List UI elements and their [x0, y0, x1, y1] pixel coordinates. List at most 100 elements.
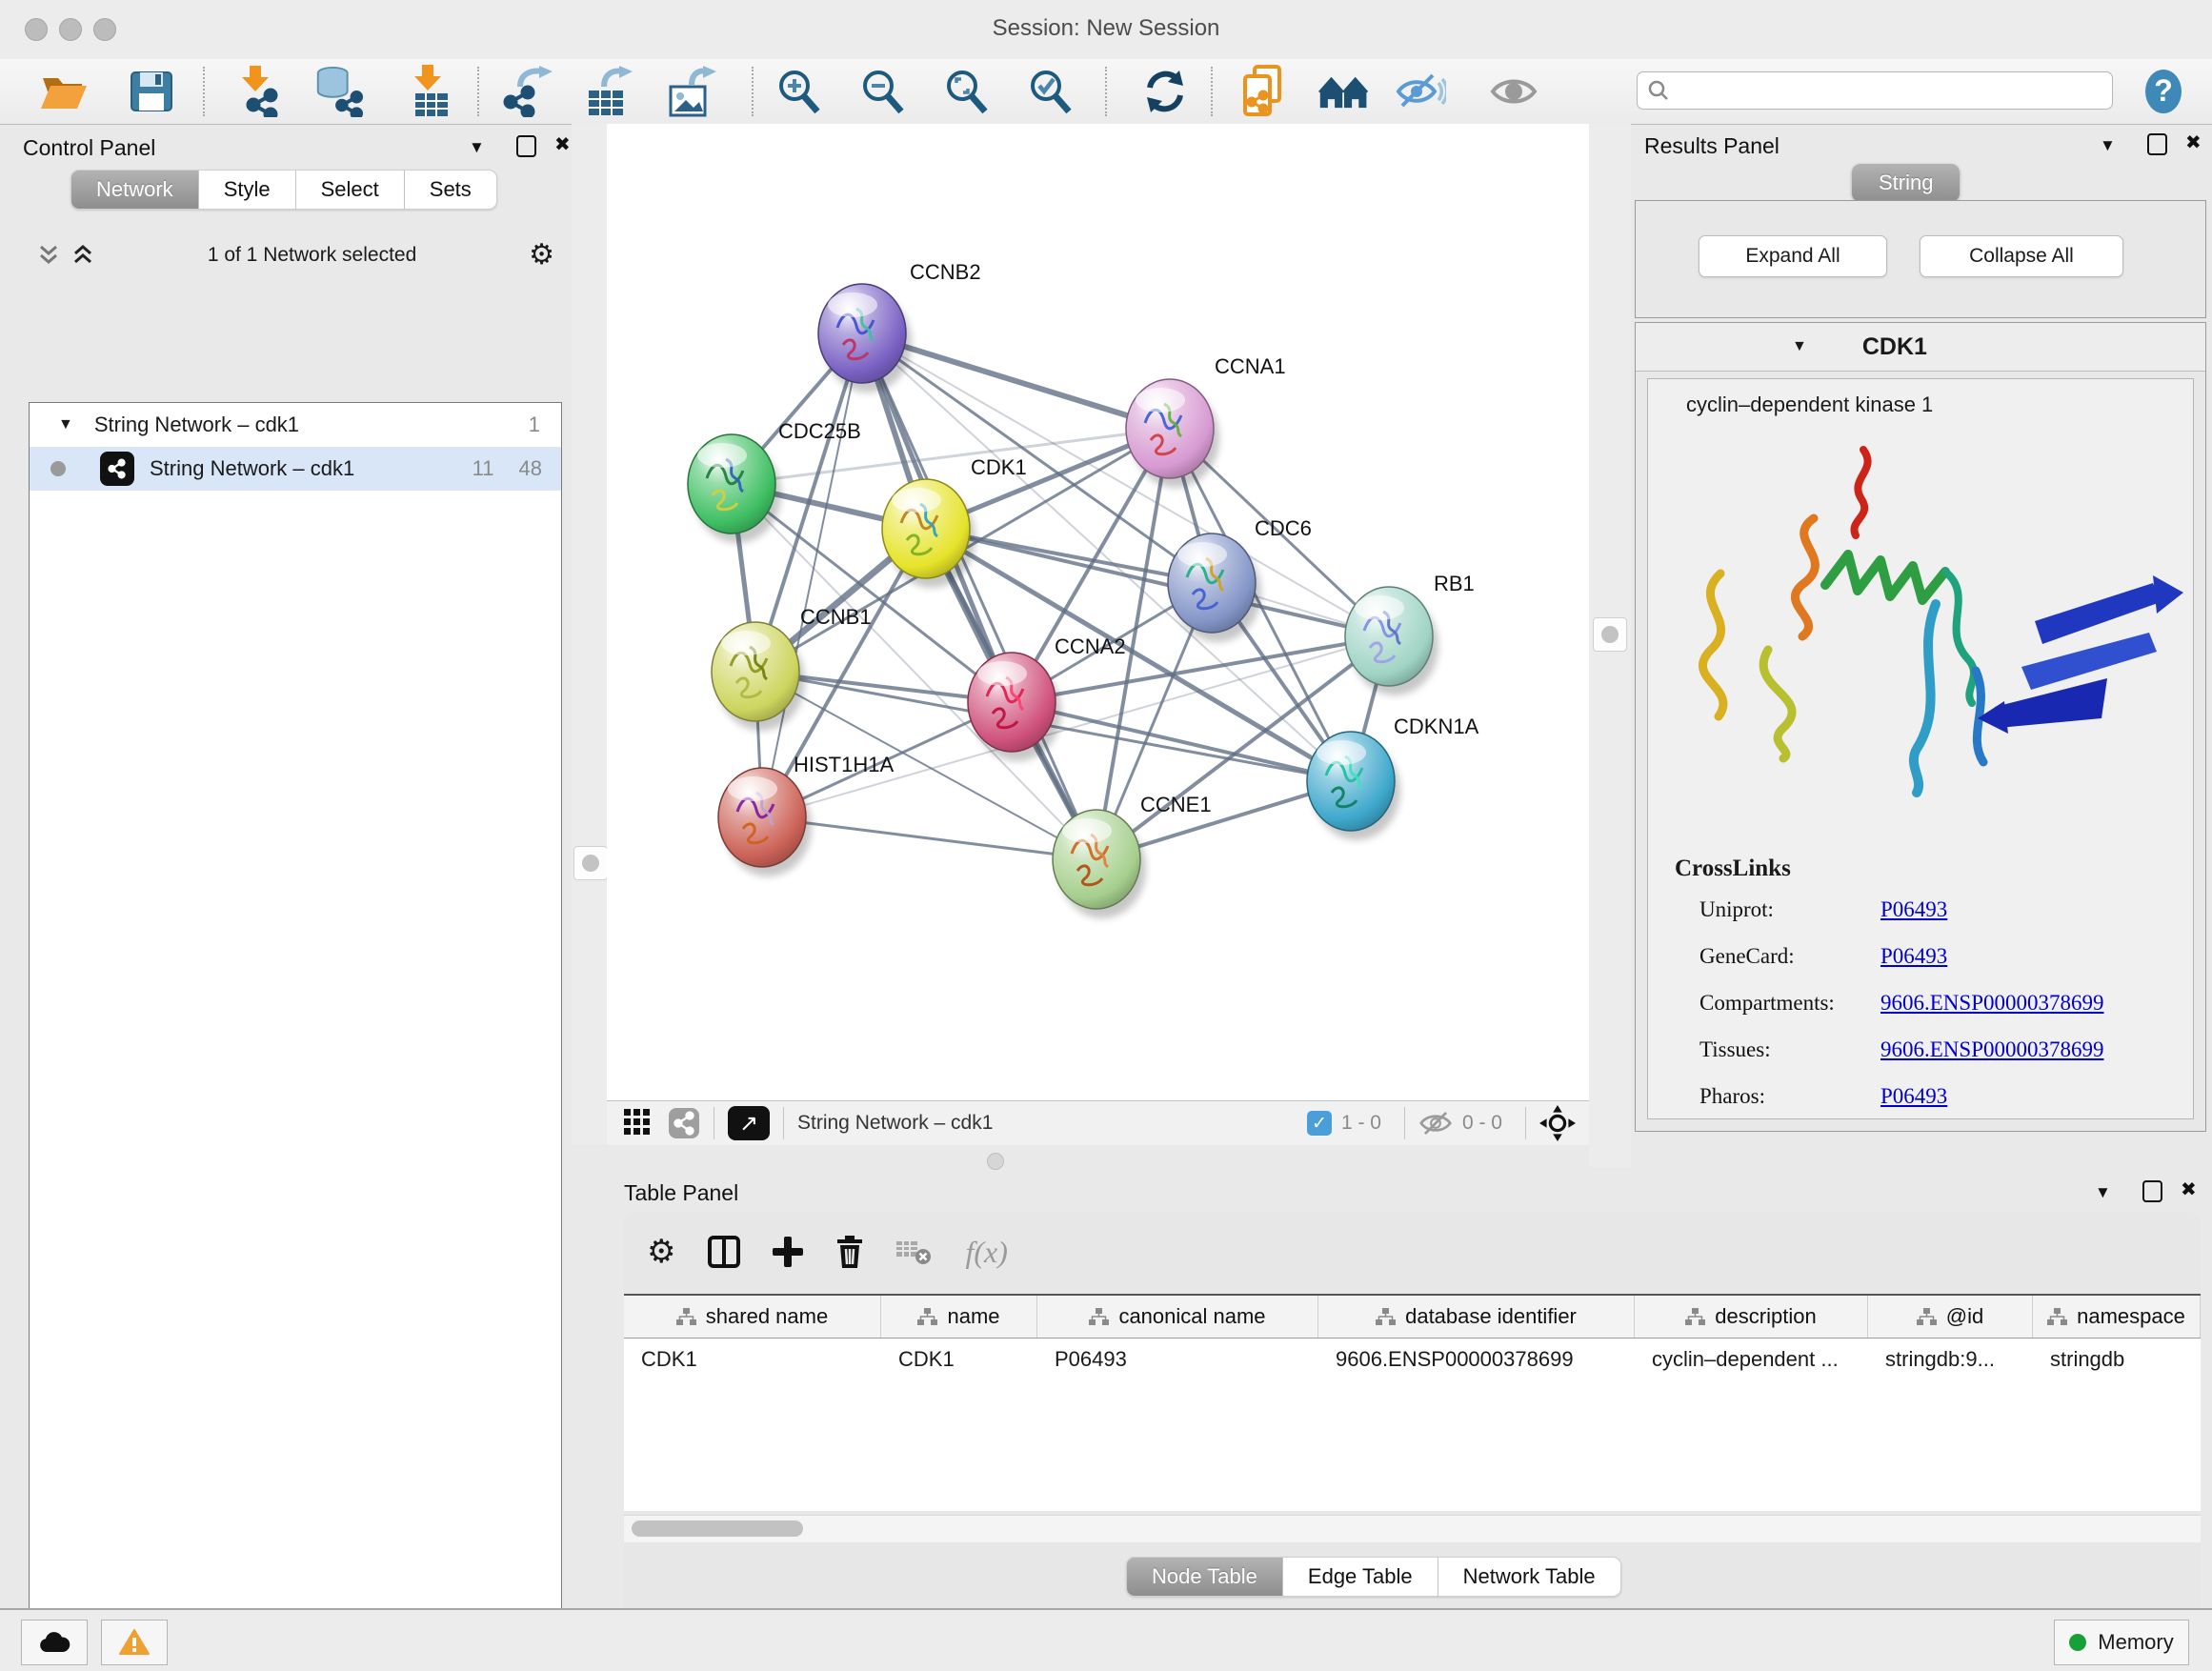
float-panel-icon[interactable]: [2147, 133, 2167, 155]
network-node-CCNB2[interactable]: CCNB2: [818, 260, 981, 393]
save-session-icon[interactable]: [126, 67, 177, 116]
create-column-icon[interactable]: [773, 1237, 803, 1267]
table-options-gear-icon[interactable]: ⚙: [647, 1236, 675, 1268]
collapse-all-button[interactable]: Collapse All: [1920, 235, 2123, 277]
column-header-namespace[interactable]: namespace: [2033, 1296, 2201, 1338]
main-toolbar: ?: [0, 59, 2212, 125]
network-row[interactable]: String Network – cdk1 11 48: [30, 447, 561, 491]
table-cell[interactable]: CDK1: [881, 1339, 1037, 1380]
warning-icon: [119, 1629, 150, 1656]
export-network-icon[interactable]: [503, 67, 554, 116]
network-node-HIST1H1A[interactable]: HIST1H1A: [718, 753, 894, 876]
tab-network-table[interactable]: Network Table: [1438, 1557, 1621, 1597]
close-panel-icon[interactable]: ✖: [554, 135, 571, 154]
close-panel-icon[interactable]: ✖: [2185, 133, 2202, 152]
protein-description: cyclin–dependent kinase 1: [1686, 393, 1933, 417]
table-cell[interactable]: 9606.ENSP00000378699: [1318, 1339, 1635, 1380]
network-graph[interactable]: CCNB2CCNA1CDC25BCDK1CDC6RB1CCNB1CCNA2CDK…: [607, 124, 1589, 1100]
tab-node-table[interactable]: Node Table: [1126, 1557, 1283, 1597]
tab-style[interactable]: Style: [199, 170, 296, 210]
hidden-eye-icon[interactable]: [1418, 1110, 1453, 1137]
float-panel-icon[interactable]: [516, 135, 536, 157]
grid-view-icon[interactable]: [624, 1109, 653, 1137]
column-header-canonical-name[interactable]: canonical name: [1037, 1296, 1318, 1338]
string-home-icon[interactable]: [1318, 67, 1370, 116]
zoom-in-icon[interactable]: [774, 67, 825, 116]
table-cell[interactable]: cyclin–dependent ...: [1635, 1339, 1868, 1380]
cloud-status-button[interactable]: [21, 1620, 88, 1665]
clone-network-icon[interactable]: [1238, 67, 1290, 116]
float-panel-icon[interactable]: [2142, 1180, 2162, 1202]
show-all-icon[interactable]: [1488, 67, 1539, 116]
network-canvas[interactable]: CCNB2CCNA1CDC25BCDK1CDC6RB1CCNB1CCNA2CDK…: [607, 124, 1589, 1100]
tab-sets[interactable]: Sets: [405, 170, 497, 210]
import-network-database-icon[interactable]: [312, 67, 364, 116]
collapse-all-tree-icon[interactable]: [70, 243, 95, 268]
expand-all-button[interactable]: Expand All: [1699, 235, 1887, 277]
column-header-database-identifier[interactable]: database identifier: [1318, 1296, 1635, 1338]
collapse-section-icon[interactable]: ▼: [1792, 338, 1807, 355]
close-panel-icon[interactable]: ✖: [2181, 1180, 2197, 1199]
export-image-icon[interactable]: [667, 67, 718, 116]
open-session-icon[interactable]: [38, 67, 90, 116]
crosslink-link[interactable]: P06493: [1880, 944, 1947, 969]
network-overview-icon[interactable]: [668, 1107, 700, 1139]
delete-column-icon[interactable]: [835, 1236, 864, 1268]
tree-expander-icon[interactable]: ▼: [58, 416, 73, 433]
column-header-description[interactable]: description: [1635, 1296, 1868, 1338]
network-options-gear-icon[interactable]: ⚙: [529, 241, 554, 270]
crosslink-link[interactable]: P06493: [1880, 897, 1947, 922]
scrollbar-thumb[interactable]: [632, 1520, 803, 1537]
warning-status-button[interactable]: [101, 1620, 168, 1665]
network-node-CDC25B[interactable]: CDC25B: [688, 419, 861, 543]
table-cell[interactable]: CDK1: [624, 1339, 881, 1380]
export-table-icon[interactable]: [583, 67, 634, 116]
tab-edge-table[interactable]: Edge Table: [1283, 1557, 1438, 1597]
zoom-out-icon[interactable]: [857, 67, 909, 116]
help-icon[interactable]: ?: [2138, 67, 2189, 116]
expand-all-tree-icon[interactable]: [36, 243, 61, 268]
delete-table-icon[interactable]: [896, 1238, 933, 1266]
tab-network[interactable]: Network: [70, 170, 199, 210]
table-row[interactable]: CDK1CDK1P064939606.ENSP00000378699cyclin…: [624, 1339, 2201, 1380]
toolbar-separator: [1404, 1107, 1405, 1139]
import-table-file-icon[interactable]: [404, 67, 455, 116]
table-horizontal-scrollbar[interactable]: [624, 1515, 2201, 1542]
detach-view-button[interactable]: ↗: [728, 1106, 770, 1140]
crosslink-link[interactable]: 9606.ENSP00000378699: [1880, 991, 2104, 1016]
table-cell[interactable]: stringdb: [2033, 1339, 2201, 1380]
network-node-CDKN1A[interactable]: CDKN1A: [1307, 715, 1479, 840]
refresh-view-icon[interactable]: [1139, 67, 1191, 116]
collapse-panel-icon[interactable]: ▼: [469, 139, 485, 155]
left-splitter-handle[interactable]: [573, 846, 608, 880]
network-collection-row[interactable]: ▼ String Network – cdk1 1: [30, 403, 561, 447]
selected-nodes-checkbox[interactable]: ✓: [1307, 1111, 1332, 1136]
import-network-file-icon[interactable]: [231, 67, 283, 116]
tab-string[interactable]: String: [1852, 164, 1960, 202]
hide-selected-icon[interactable]: [1395, 67, 1446, 116]
table-cell[interactable]: P06493: [1037, 1339, 1318, 1380]
left-splitter[interactable]: [572, 124, 607, 1144]
network-node-RB1[interactable]: RB1: [1345, 572, 1475, 695]
search-input[interactable]: [1670, 79, 2083, 103]
table-cell[interactable]: stringdb:9...: [1868, 1339, 2033, 1380]
protein-header[interactable]: ▼ CDK1: [1636, 323, 2205, 372]
show-columns-icon[interactable]: [708, 1236, 740, 1268]
function-builder-icon[interactable]: f(x): [965, 1235, 1007, 1270]
memory-button[interactable]: Memory: [2054, 1620, 2189, 1665]
collapse-panel-icon[interactable]: ▼: [2095, 1184, 2111, 1200]
zoom-fit-icon[interactable]: [941, 67, 993, 116]
zoom-selected-icon[interactable]: [1025, 67, 1076, 116]
crosslink-link[interactable]: P06493: [1880, 1084, 1947, 1109]
crosshair-icon[interactable]: [1539, 1105, 1576, 1141]
network-view-toolbar: ↗ String Network – cdk1 ✓ 1 - 0 0 - 0: [607, 1100, 1589, 1145]
network-node-CDK1[interactable]: CDK1: [882, 455, 1027, 588]
tab-select[interactable]: Select: [296, 170, 405, 210]
column-header--id[interactable]: @id: [1868, 1296, 2033, 1338]
network-node-CCNA1[interactable]: CCNA1: [1126, 354, 1286, 488]
crosslink-link[interactable]: 9606.ENSP00000378699: [1880, 1037, 2104, 1062]
column-header-shared-name[interactable]: shared name: [624, 1296, 881, 1338]
collapse-panel-icon[interactable]: ▼: [2100, 137, 2116, 153]
right-splitter-handle[interactable]: [1593, 617, 1627, 652]
column-header-name[interactable]: name: [881, 1296, 1037, 1338]
